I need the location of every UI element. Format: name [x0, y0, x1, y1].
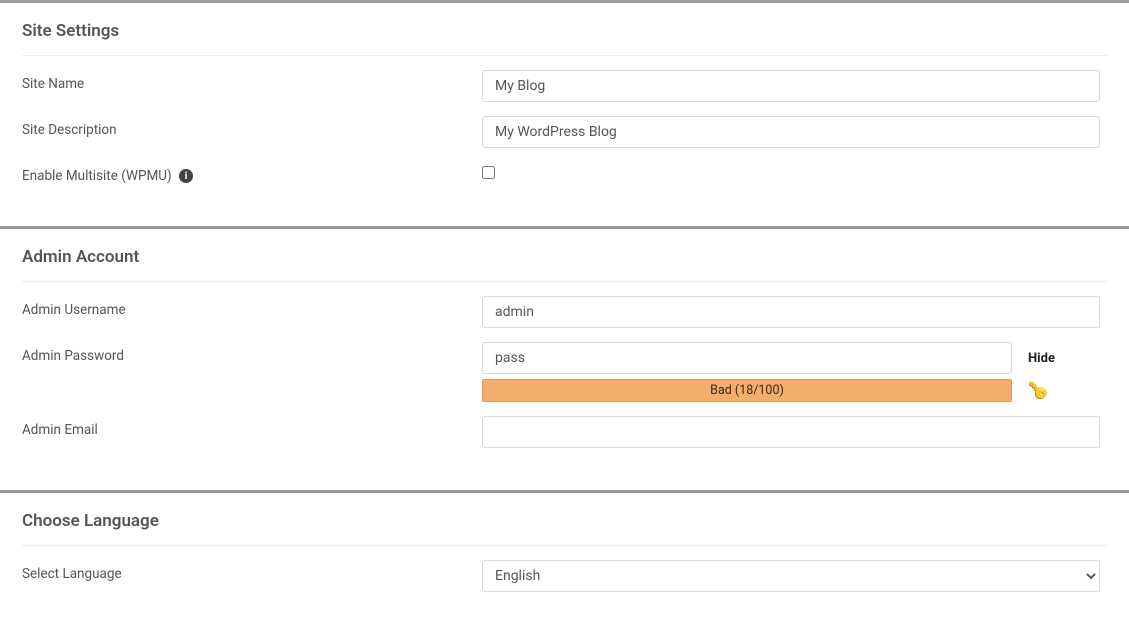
multisite-label: Enable Multisite (WPMU)	[22, 168, 172, 184]
section-site-settings: Site Settings Site Name Site Description…	[0, 0, 1129, 226]
admin-password-input[interactable]	[482, 342, 1012, 374]
site-description-input[interactable]	[482, 116, 1100, 148]
site-settings-title: Site Settings	[22, 13, 1107, 56]
info-icon[interactable]: i	[179, 169, 193, 183]
section-choose-language: Choose Language Select Language English	[0, 490, 1129, 632]
choose-language-title: Choose Language	[22, 503, 1107, 546]
language-select[interactable]: English	[482, 560, 1100, 592]
admin-username-label: Admin Username	[22, 296, 482, 318]
admin-account-title: Admin Account	[22, 239, 1107, 282]
admin-email-input[interactable]	[482, 416, 1100, 448]
admin-email-label: Admin Email	[22, 416, 482, 438]
site-name-label: Site Name	[22, 70, 482, 92]
select-language-label: Select Language	[22, 560, 482, 582]
admin-username-input[interactable]	[482, 296, 1100, 328]
admin-password-label: Admin Password	[22, 342, 482, 364]
password-strength-meter: Bad (18/100)	[482, 379, 1012, 402]
section-admin-account: Admin Account Admin Username Admin Passw…	[0, 226, 1129, 490]
password-hide-toggle[interactable]: Hide	[1028, 351, 1055, 366]
key-icon[interactable]: 🔑	[1028, 381, 1047, 401]
site-name-input[interactable]	[482, 70, 1100, 102]
multisite-checkbox[interactable]	[482, 166, 495, 179]
site-description-label: Site Description	[22, 116, 482, 138]
